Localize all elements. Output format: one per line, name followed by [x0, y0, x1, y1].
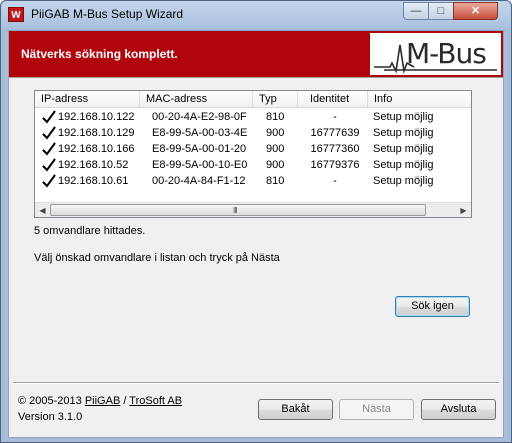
maximize-button[interactable]: □ — [428, 2, 454, 20]
cell-ip: 192.168.10.61 — [58, 175, 129, 187]
column-header-identitet[interactable]: Identitet — [298, 91, 368, 108]
piigab-link[interactable]: PiiGAB — [85, 395, 120, 407]
app-icon[interactable]: W — [8, 7, 24, 22]
cell-info: Setup möjlig — [373, 111, 434, 123]
checkmark-icon — [42, 142, 56, 156]
separator-text: / — [123, 395, 127, 407]
table-row[interactable]: 192.168.10.129 E8-99-5A-00-03-4E 900 167… — [35, 125, 471, 141]
cell-mac: 00-20-4A-84-F1-12 — [152, 175, 246, 187]
column-header-mac[interactable]: MAC-adress — [140, 91, 253, 108]
cell-mac: 00-20-4A-E2-98-0F — [152, 111, 247, 123]
checkmark-icon — [42, 174, 56, 188]
footer-divider — [13, 382, 499, 384]
cell-info: Setup möjlig — [373, 159, 434, 171]
column-header-ip[interactable]: IP-adress — [35, 91, 140, 108]
close-button[interactable]: ✕ — [453, 2, 498, 20]
cell-mac: E8-99-5A-00-03-4E — [152, 127, 248, 139]
scroll-left-icon[interactable]: ◀ — [35, 203, 50, 218]
copyright-text: © 2005-2013 — [18, 395, 82, 407]
search-again-button[interactable]: Sök igen — [395, 296, 470, 317]
cell-typ: 810 — [266, 175, 285, 187]
cell-typ: 810 — [266, 111, 285, 123]
cell-mac: E8-99-5A-00-10-E0 — [152, 159, 248, 171]
converter-list[interactable]: IP-adress MAC-adress Typ Identitet Info … — [34, 90, 472, 218]
checkmark-icon — [42, 110, 56, 124]
found-count-text: 5 omvandlare hittades. — [34, 225, 146, 237]
table-row[interactable]: 192.168.10.122 00-20-4A-E2-98-0F 810 - S… — [35, 109, 471, 125]
copyright-line: © 2005-2013 PiiGAB / TroSoft AB — [18, 395, 182, 407]
next-button[interactable]: Nästa — [339, 399, 414, 420]
cell-identitet: 16777360 — [310, 143, 360, 155]
cell-info: Setup möjlig — [373, 127, 434, 139]
version-text: Version 3.1.0 — [18, 411, 83, 423]
table-row[interactable]: 192.168.10.61 00-20-4A-84-F1-12 810 - Se… — [35, 173, 471, 189]
header-banner: Nätverks sökning komplett. M-Bus — [9, 31, 503, 77]
column-header-info[interactable]: Info — [368, 91, 471, 108]
cell-typ: 900 — [266, 127, 285, 139]
cell-mac: E8-99-5A-00-01-20 — [152, 143, 247, 155]
trosoft-link[interactable]: TroSoft AB — [129, 395, 182, 407]
back-button[interactable]: Bakåt — [258, 399, 333, 420]
title-bar[interactable]: W PiiGAB M-Bus Setup Wizard — □ ✕ — [1, 1, 511, 29]
scroll-thumb[interactable]: III — [50, 204, 426, 216]
table-row[interactable]: 192.168.10.52 E8-99-5A-00-10-E0 900 1677… — [35, 157, 471, 173]
cell-typ: 900 — [266, 143, 285, 155]
scroll-right-icon[interactable]: ▶ — [456, 203, 471, 218]
wizard-client-area: Nätverks sökning komplett. M-Bus IP-adre… — [8, 30, 504, 438]
exit-button[interactable]: Avsluta — [421, 399, 496, 420]
cell-identitet: - — [333, 111, 337, 123]
cell-ip: 192.168.10.52 — [58, 159, 129, 171]
column-header-typ[interactable]: Typ — [253, 91, 298, 108]
window-title: PiiGAB M-Bus Setup Wizard — [31, 7, 184, 21]
instruction-text: Välj önskad omvandlare i listan och tryc… — [34, 252, 280, 264]
minimize-button[interactable]: — — [403, 2, 429, 20]
checkmark-icon — [42, 126, 56, 140]
mbus-logo: M-Bus — [370, 33, 501, 75]
cell-typ: 900 — [266, 159, 285, 171]
cell-identitet: 16779376 — [310, 159, 360, 171]
cell-identitet: - — [333, 175, 337, 187]
cell-ip: 192.168.10.122 — [58, 111, 135, 123]
mbus-logo-text: M-Bus — [406, 37, 487, 70]
list-header: IP-adress MAC-adress Typ Identitet Info — [35, 91, 471, 108]
page-title: Nätverks sökning komplett. — [21, 47, 178, 61]
horizontal-scrollbar[interactable]: ◀ III ▶ — [35, 202, 471, 217]
cell-ip: 192.168.10.129 — [58, 127, 135, 139]
cell-identitet: 16777639 — [310, 127, 360, 139]
cell-info: Setup möjlig — [373, 175, 434, 187]
cell-info: Setup möjlig — [373, 143, 434, 155]
wizard-window: W PiiGAB M-Bus Setup Wizard — □ ✕ Nätver… — [0, 0, 512, 443]
banner-divider — [9, 77, 503, 78]
checkmark-icon — [42, 158, 56, 172]
grip-icon: III — [233, 206, 238, 215]
cell-ip: 192.168.10.166 — [58, 143, 135, 155]
table-row[interactable]: 192.168.10.166 E8-99-5A-00-01-20 900 167… — [35, 141, 471, 157]
